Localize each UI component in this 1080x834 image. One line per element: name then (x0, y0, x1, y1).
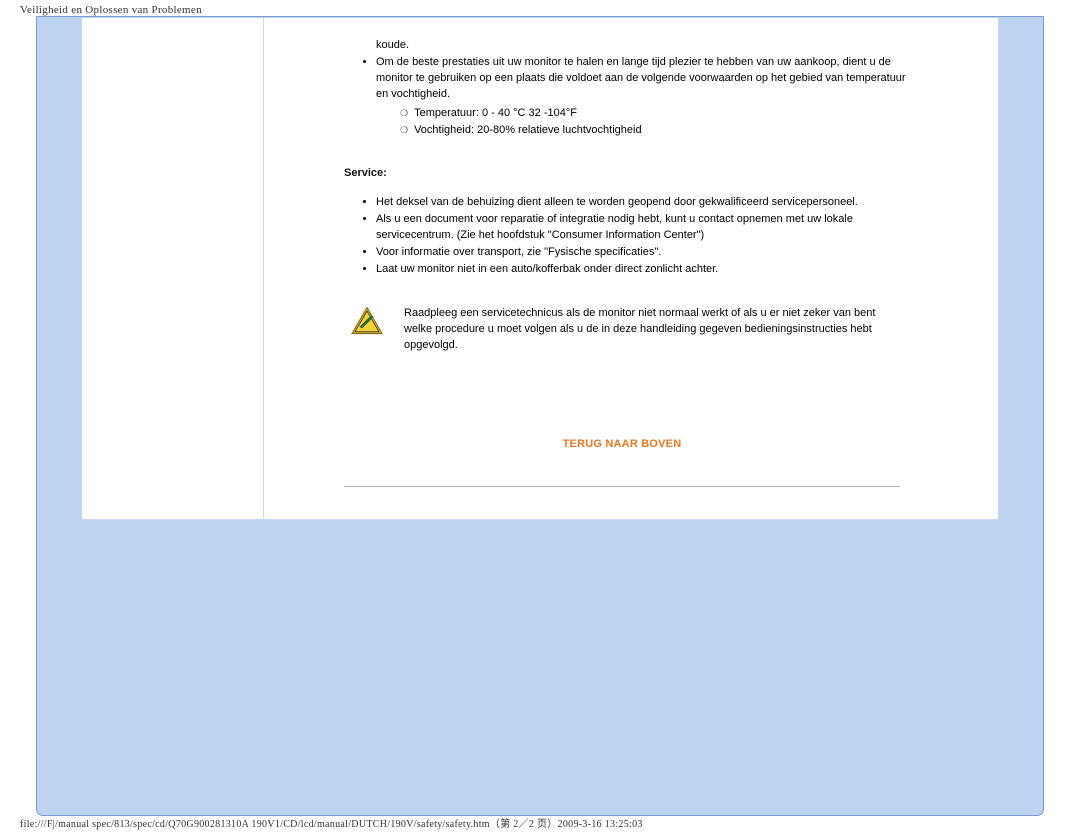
service-heading: Service: (344, 167, 920, 179)
conditions-list: Om de beste prestaties uit uw monitor te… (376, 55, 920, 139)
warning-triangle-icon (350, 306, 384, 336)
body-area: koude. Om de beste prestaties uit uw mon… (264, 18, 998, 497)
sub-item-temperature: Temperatuur: 0 - 40 °C 32 -104°F (400, 105, 920, 122)
list-item: Laat uw monitor niet in een auto/kofferb… (376, 262, 920, 278)
page-header-title: Veiligheid en Oplossen van Problemen (0, 0, 1080, 16)
list-item: Om de beste prestaties uit uw monitor te… (376, 55, 920, 139)
back-to-top-wrapper: TERUG NAAR BOVEN (324, 438, 920, 450)
list-item: Het deksel van de behuizing dient alleen… (376, 195, 920, 211)
service-list: Het deksel van de behuizing dient alleen… (376, 195, 920, 278)
trailing-text-koude: koude. (376, 38, 920, 53)
sub-item-humidity: Vochtigheid: 20-80% relatieve luchtvocht… (400, 122, 920, 139)
content-panel: koude. Om de beste prestaties uit uw mon… (81, 18, 999, 520)
divider (344, 486, 900, 487)
list-item: Voor informatie over transport, zie "Fys… (376, 245, 920, 261)
warning-row: Raadpleeg een servicetechnicus als de mo… (350, 306, 920, 354)
sidebar (82, 18, 264, 519)
warning-text: Raadpleeg een servicetechnicus als de mo… (404, 306, 920, 354)
footer-file-path: file:///F|/manual spec/813/spec/cd/Q70G9… (20, 815, 643, 830)
outer-frame: koude. Om de beste prestaties uit uw mon… (36, 16, 1044, 816)
list-item: Als u een document voor reparatie of int… (376, 212, 920, 244)
main-content: koude. Om de beste prestaties uit uw mon… (264, 18, 998, 519)
back-to-top-link[interactable]: TERUG NAAR BOVEN (563, 438, 682, 450)
conditions-text: Om de beste prestaties uit uw monitor te… (376, 56, 906, 100)
conditions-sublist: Temperatuur: 0 - 40 °C 32 -104°F Vochtig… (400, 105, 920, 139)
